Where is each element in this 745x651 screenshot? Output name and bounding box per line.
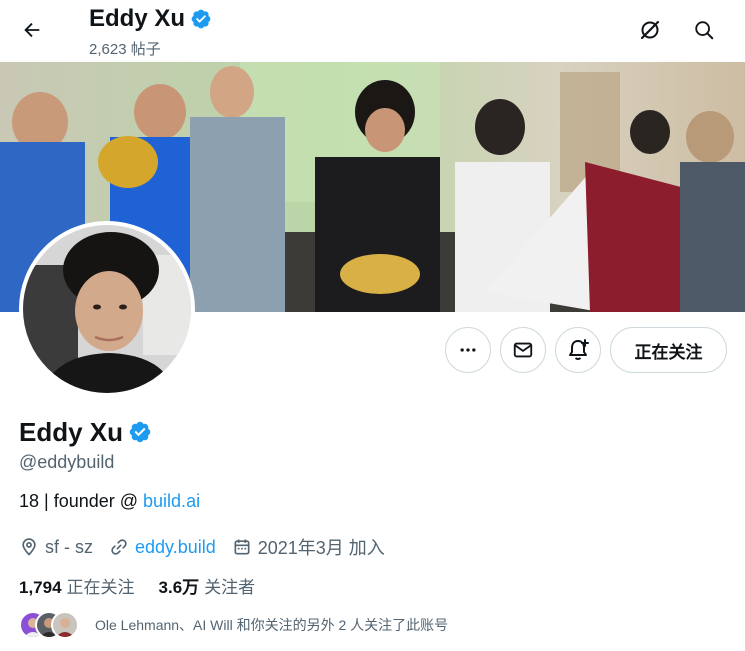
website-link[interactable]: eddy.build [135, 537, 216, 558]
verified-badge-icon [190, 8, 212, 30]
follow-stats: 1,794 正在关注 3.6万 关注者 [19, 573, 279, 598]
follower-avatar [51, 611, 79, 639]
more-button[interactable] [445, 327, 491, 373]
grok-icon [640, 20, 660, 40]
following-button[interactable]: 正在关注 [610, 327, 727, 373]
followers-stat[interactable]: 3.6万 关注者 [159, 573, 256, 598]
following-stat[interactable]: 1,794 正在关注 [19, 573, 135, 598]
followed-by-avatars [19, 611, 81, 639]
mail-icon [513, 342, 533, 358]
joined-text: 2021年3月 加入 [257, 538, 385, 558]
location-text: sf - sz [45, 536, 93, 557]
profile-meta: sf - sz eddy.build 2021年3月 加入 [19, 534, 401, 560]
followed-by-row[interactable]: Ole Lehmann、AI Will 和你关注的另外 2 人关注了此账号 [19, 611, 448, 639]
followed-by-text: Ole Lehmann、AI Will 和你关注的另外 2 人关注了此账号 [95, 617, 449, 633]
notification-add-icon [569, 339, 589, 360]
bio-link[interactable]: build.ai [143, 491, 200, 511]
following-label: 正在关注 [66, 578, 135, 597]
profile-handle: @eddybuild [19, 452, 115, 472]
location-icon [22, 538, 36, 556]
profile-bio: 18 | founder @ build.ai [19, 491, 200, 512]
post-count: 2,623 帖子 [89, 41, 161, 58]
top-bar: Eddy Xu 2,623 帖子 [0, 0, 745, 62]
following-count: 1,794 [19, 578, 62, 597]
link-icon [111, 539, 127, 555]
profile-name: Eddy Xu [19, 417, 124, 447]
joined-item: 2021年3月 加入 [232, 534, 385, 560]
followers-label: 关注者 [204, 578, 256, 597]
bio-text: 18 | founder @ [19, 491, 144, 511]
grok-button[interactable] [632, 12, 668, 48]
followers-count: 3.6万 [158, 578, 200, 597]
search-button[interactable] [686, 12, 722, 48]
back-button[interactable] [14, 12, 50, 48]
search-icon [695, 21, 714, 40]
calendar-icon [234, 539, 250, 555]
notifications-button[interactable] [555, 327, 601, 373]
location-item: sf - sz [19, 537, 93, 558]
verified-badge-icon [128, 420, 152, 444]
back-arrow-icon [24, 22, 40, 38]
message-button[interactable] [500, 327, 546, 373]
more-icon [460, 348, 476, 352]
header-title: Eddy Xu [89, 5, 212, 33]
profile-name-row: Eddy Xu [19, 416, 152, 448]
profile-avatar[interactable] [19, 221, 195, 397]
website-item: eddy.build [109, 537, 216, 558]
header-name: Eddy Xu [89, 5, 186, 32]
